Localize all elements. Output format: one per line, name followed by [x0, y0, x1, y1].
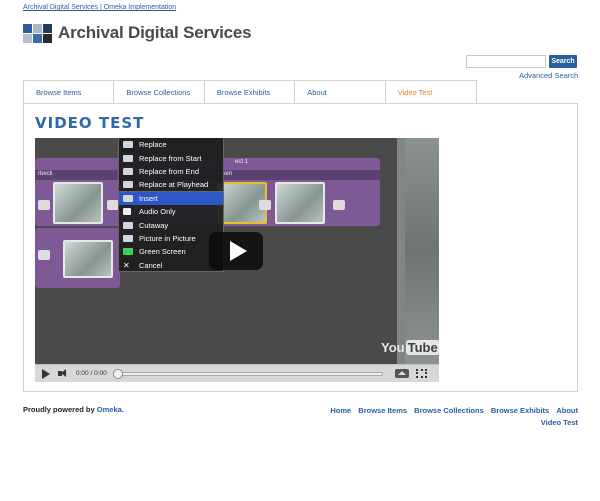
replace-icon	[123, 141, 133, 149]
footer-powered-text: Proudly powered by	[23, 405, 97, 414]
site-logo[interactable]: Archival Digital Services	[23, 23, 252, 43]
speaker-icon	[123, 208, 131, 216]
logo-square	[33, 33, 42, 43]
youtube-logo-tube: Tube	[405, 340, 439, 355]
footer-link-home[interactable]: Home	[330, 406, 351, 415]
menu-item-cutaway: Cutaway	[119, 218, 223, 231]
clip-transition-icon	[333, 200, 345, 210]
clip-thumbnail	[53, 182, 103, 224]
site-top-link[interactable]: Archival Digital Services | Omeka Implem…	[23, 4, 176, 11]
search-input[interactable]	[466, 55, 546, 68]
replace-start-icon	[123, 154, 133, 162]
menu-item-replace-playhead: Replace at Playhead	[119, 178, 223, 192]
advanced-search-link[interactable]: Advanced Search	[519, 71, 578, 80]
seek-handle[interactable]	[112, 368, 123, 379]
play-icon	[229, 241, 247, 261]
logo-square	[43, 33, 52, 43]
nav-browse-items[interactable]: Browse Items	[24, 81, 115, 104]
menu-item-replace-start: Replace from Start	[119, 151, 223, 164]
time-display: 0:00 / 0:00	[76, 370, 107, 377]
video-frame[interactable]: rbeck ersen ect 1 Replace Replace from S…	[35, 138, 439, 364]
clip-transition-icon	[38, 200, 50, 210]
play-overlay-button[interactable]	[209, 232, 263, 270]
replace-playhead-icon	[123, 180, 133, 188]
youtube-logo-you: You	[381, 340, 405, 355]
clip-thumbnail	[275, 182, 325, 224]
logo-square	[23, 33, 32, 43]
clip-thumbnail	[63, 240, 113, 278]
menu-item-cancel: ✕ Cancel	[123, 260, 163, 270]
clip-transition-icon	[38, 250, 50, 260]
youtube-logo[interactable]: You Tube	[381, 340, 439, 355]
site-title[interactable]: Archival Digital Services	[58, 23, 252, 43]
omeka-link[interactable]: Omeka.	[97, 405, 124, 414]
logo-square	[33, 23, 42, 33]
player-controls: 0:00 / 0:00	[35, 364, 439, 382]
track-label: rbeck	[38, 171, 53, 177]
replace-end-icon	[123, 167, 133, 175]
footer-link-browse-items[interactable]: Browse Items	[358, 406, 407, 415]
footer-link-video-test[interactable]: Video Test	[541, 418, 578, 427]
menu-item-insert: Insert	[119, 191, 223, 205]
menu-item-replace: Replace	[119, 138, 223, 151]
nav-video-test[interactable]: Video Test	[385, 81, 477, 104]
close-icon: ✕	[123, 260, 130, 270]
footer-link-browse-collections[interactable]: Browse Collections	[414, 406, 484, 415]
volume-icon[interactable]	[58, 369, 70, 378]
video-side-panel-detail	[405, 138, 439, 364]
footer-powered-by: Proudly powered by Omeka.	[23, 405, 124, 414]
video-player[interactable]: rbeck ersen ect 1 Replace Replace from S…	[35, 138, 439, 382]
footer-link-about[interactable]: About	[556, 406, 578, 415]
page-title: VIDEO TEST	[35, 114, 145, 132]
menu-item-replace-end: Replace from End	[119, 165, 223, 178]
menu-item-green-screen: Green Screen	[119, 245, 223, 258]
menu-item-picture-in-picture: Picture in Picture	[119, 232, 223, 245]
timeline-track	[35, 228, 120, 288]
fullscreen-icon[interactable]	[415, 369, 427, 378]
main-nav: Browse Items Browse Collections Browse E…	[23, 80, 477, 104]
nav-browse-exhibits[interactable]: Browse Exhibits	[205, 81, 296, 104]
search-button[interactable]: Search	[549, 55, 577, 68]
logo-square	[43, 23, 52, 33]
content-panel: VIDEO TEST rbeck ersen ect 1 Replace Rep…	[23, 103, 578, 392]
menu-item-audio-only: Audio Only	[119, 205, 223, 218]
nav-about[interactable]: About	[295, 81, 386, 104]
track-label: ect 1	[235, 159, 249, 165]
logo-square	[23, 23, 32, 33]
nav-browse-collections[interactable]: Browse Collections	[114, 81, 205, 104]
footer-link-browse-exhibits[interactable]: Browse Exhibits	[491, 406, 549, 415]
play-button[interactable]	[42, 368, 50, 379]
seek-bar[interactable]	[112, 368, 383, 379]
green-screen-icon	[123, 248, 133, 256]
insert-icon	[123, 194, 133, 202]
footer-nav: Home Browse Items Browse Collections Bro…	[318, 405, 578, 428]
logo-grid-icon	[23, 23, 52, 43]
quality-toggle-icon[interactable]	[394, 369, 409, 378]
pip-icon	[123, 234, 133, 242]
cutaway-icon	[123, 221, 133, 229]
clip-transition-icon	[259, 200, 271, 210]
